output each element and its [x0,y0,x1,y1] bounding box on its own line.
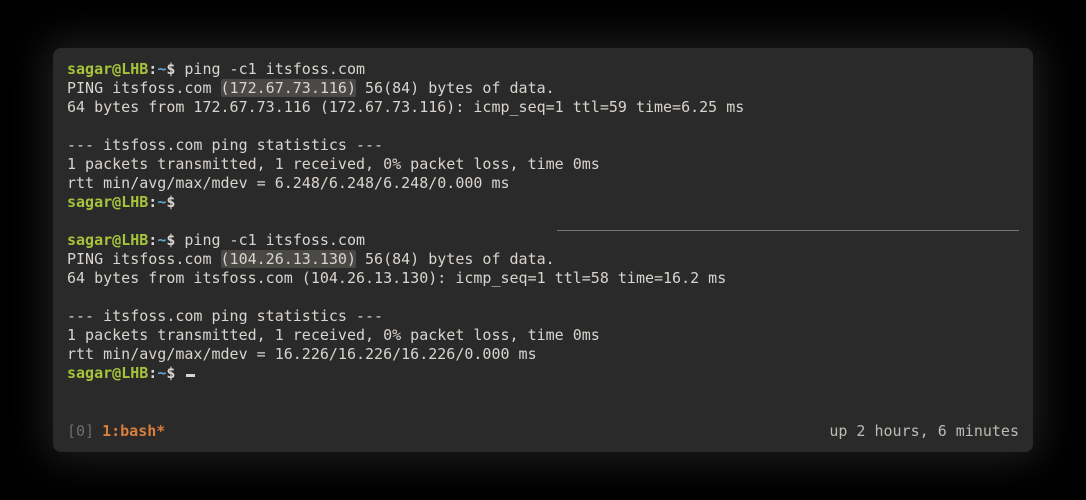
prompt-user: sagar [67,231,112,249]
prompt-host: LHB [121,231,148,249]
terminal-window[interactable]: sagar@LHB:~$ ping -c1 itsfoss.com PING i… [53,48,1033,452]
prompt-path: ~ [157,231,166,249]
output-line: PING itsfoss.com [67,79,221,97]
highlight-ip: (104.26.13.130) [221,250,356,268]
output-line [175,193,184,211]
output-line: 56(84) bytes of data. [356,79,555,97]
uptime-text: up 2 hours, 6 minutes [829,422,1019,440]
prompt-path: ~ [157,60,166,78]
output-line: 56(84) bytes of data. [356,250,555,268]
cursor-icon [186,374,195,377]
prompt-at: @ [112,231,121,249]
output-line: 64 bytes from itsfoss.com (104.26.13.130… [67,269,726,287]
command-text: ping -c1 itsfoss.com [175,231,365,249]
output-line: 1 packets transmitted, 1 received, 0% pa… [67,155,600,173]
statusbar-right: up 2 hours, 6 minutes [829,422,1019,441]
prompt-colon: : [148,364,157,382]
prompt-user: sagar [67,60,112,78]
statusbar-left: [0] 1:bash* [67,422,165,441]
prompt-user: sagar [67,364,112,382]
command-text: ping -c1 itsfoss.com [175,60,365,78]
prompt-colon: : [148,60,157,78]
prompt-at: @ [112,60,121,78]
prompt-path: ~ [157,193,166,211]
pane-bottom[interactable]: sagar@LHB:~$ ping -c1 itsfoss.com PING i… [67,231,1019,419]
window-label: 1:bash* [102,422,165,441]
prompt-path: ~ [157,364,166,382]
prompt-at: @ [112,193,121,211]
output-line: 64 bytes from 172.67.73.116 (172.67.73.1… [67,98,744,116]
output-line: PING itsfoss.com [67,250,221,268]
prompt-host: LHB [121,193,148,211]
tmux-panes: sagar@LHB:~$ ping -c1 itsfoss.com PING i… [67,60,1019,418]
prompt-host: LHB [121,364,148,382]
session-index: [0] [67,422,94,441]
highlight-ip: (172.67.73.116) [221,79,356,97]
pane-top[interactable]: sagar@LHB:~$ ping -c1 itsfoss.com PING i… [67,60,1019,230]
prompt-at: @ [112,364,121,382]
tmux-statusbar: [0] 1:bash* up 2 hours, 6 minutes [67,418,1019,441]
output-line [175,364,184,382]
output-line: rtt min/avg/max/mdev = 6.248/6.248/6.248… [67,174,510,192]
prompt-colon: : [148,193,157,211]
prompt-colon: : [148,231,157,249]
output-line: 1 packets transmitted, 1 received, 0% pa… [67,326,600,344]
output-line: --- itsfoss.com ping statistics --- [67,307,383,325]
output-line: --- itsfoss.com ping statistics --- [67,136,383,154]
prompt-host: LHB [121,60,148,78]
output-line: rtt min/avg/max/mdev = 16.226/16.226/16.… [67,345,537,363]
prompt-user: sagar [67,193,112,211]
